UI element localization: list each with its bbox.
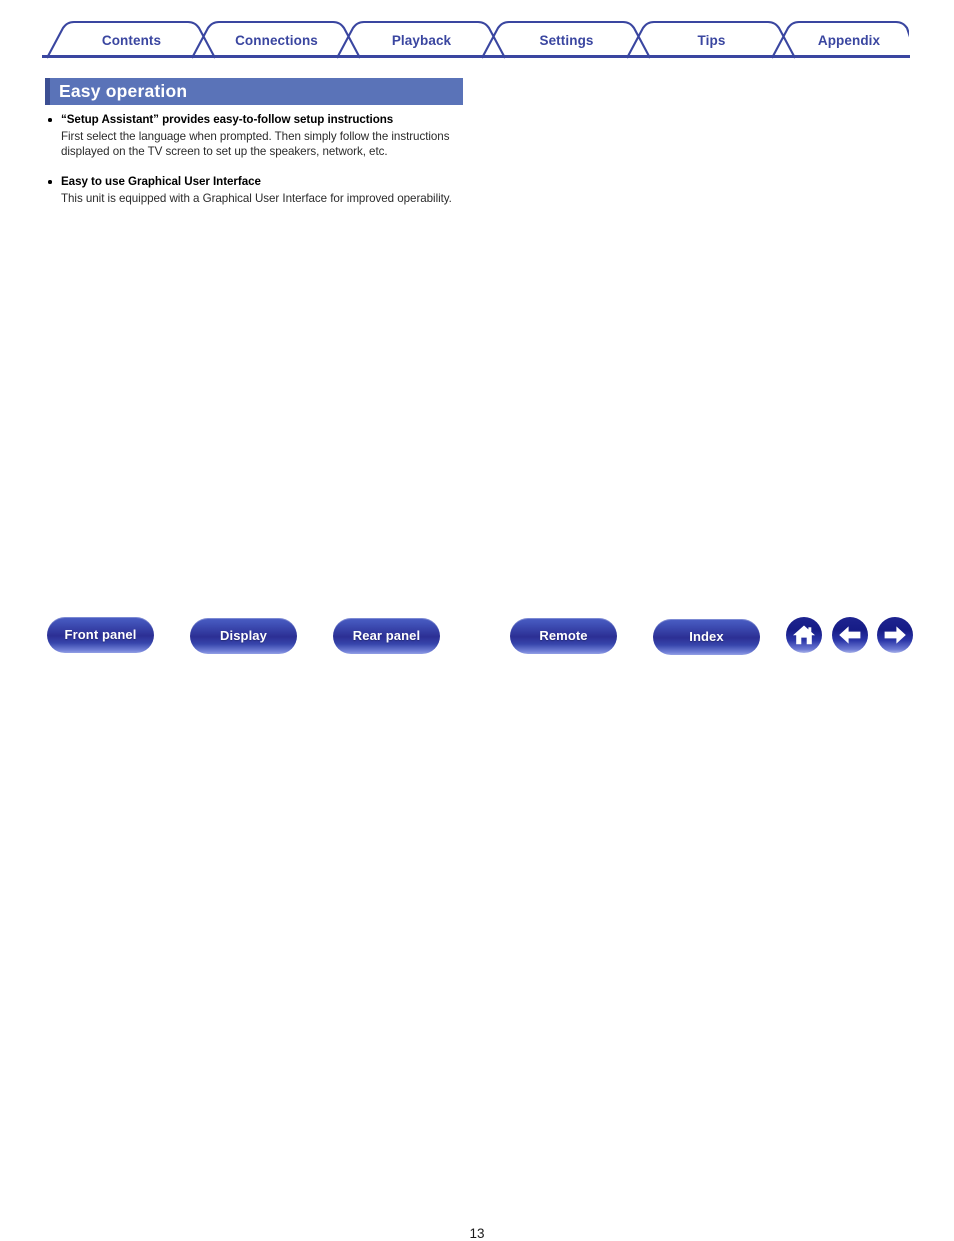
bullet-icon xyxy=(48,118,52,122)
tab-bar: Contents Connections Playback Settings T… xyxy=(45,20,909,59)
front-panel-button[interactable]: Front panel xyxy=(47,617,154,653)
tab-settings[interactable]: Settings xyxy=(494,32,639,50)
index-button[interactable]: Index xyxy=(653,619,760,655)
remote-button[interactable]: Remote xyxy=(510,618,617,654)
forward-arrow-glyph xyxy=(884,626,906,644)
front-panel-button-label: Front panel xyxy=(64,627,137,642)
feature-block: Easy to use Graphical User Interface Thi… xyxy=(45,174,485,206)
feature-heading-text: Easy to use Graphical User Interface xyxy=(61,175,261,188)
index-button-label: Index xyxy=(689,629,724,644)
tab-appendix[interactable]: Appendix xyxy=(784,32,914,50)
main-content: “Setup Assistant” provides easy-to-follo… xyxy=(45,112,485,206)
back-arrow-icon[interactable] xyxy=(832,617,868,653)
back-arrow-glyph xyxy=(839,626,861,644)
page-title-bar: Easy operation xyxy=(45,78,463,105)
feature-heading-text: “Setup Assistant” provides easy-to-follo… xyxy=(61,113,394,126)
display-button-label: Display xyxy=(220,628,267,643)
feature-heading: Easy to use Graphical User Interface xyxy=(45,174,485,189)
tab-tips[interactable]: Tips xyxy=(639,32,784,50)
tab-playback[interactable]: Playback xyxy=(349,32,494,50)
rear-panel-button-label: Rear panel xyxy=(352,628,421,643)
home-icon[interactable] xyxy=(786,617,822,653)
tab-bar-underline xyxy=(42,55,910,58)
feature-body-text: This unit is equipped with a Graphical U… xyxy=(61,192,452,205)
feature-block: “Setup Assistant” provides easy-to-follo… xyxy=(45,112,485,159)
home-glyph xyxy=(793,625,815,645)
remote-button-label: Remote xyxy=(539,628,588,643)
display-button[interactable]: Display xyxy=(190,618,297,654)
feature-heading: “Setup Assistant” provides easy-to-follo… xyxy=(45,112,485,127)
forward-arrow-icon[interactable] xyxy=(877,617,913,653)
feature-body-text: First select the language when prompted.… xyxy=(61,130,450,158)
page-number: 13 xyxy=(469,1226,485,1241)
tab-contents[interactable]: Contents xyxy=(59,32,204,50)
page-title: Easy operation xyxy=(59,81,188,101)
tab-connections[interactable]: Connections xyxy=(204,32,349,50)
rear-panel-button[interactable]: Rear panel xyxy=(333,618,440,654)
footer-toolbar: Front panel Display Rear panel 13 Remote… xyxy=(0,612,954,1241)
bullet-icon xyxy=(48,180,52,184)
